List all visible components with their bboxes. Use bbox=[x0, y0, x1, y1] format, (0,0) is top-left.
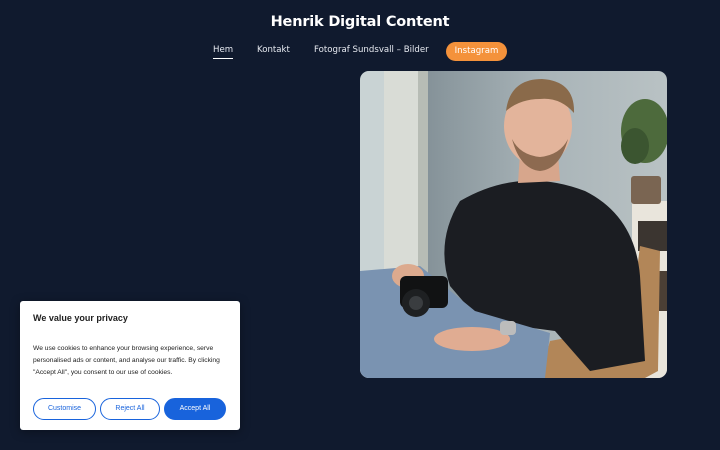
accept-all-button[interactable]: Accept All bbox=[164, 398, 226, 420]
nav-link-fotograf[interactable]: Fotograf Sundsvall – Bilder bbox=[314, 45, 429, 55]
nav-link-kontakt[interactable]: Kontakt bbox=[257, 45, 290, 55]
portrait-photo bbox=[360, 71, 667, 378]
instagram-button[interactable]: Instagram bbox=[446, 42, 507, 61]
reject-all-button[interactable]: Reject All bbox=[100, 398, 160, 420]
nav-link-hem[interactable]: Hem bbox=[213, 45, 234, 59]
main-nav: Hem Kontakt Fotograf Sundsvall – Bilder … bbox=[0, 42, 720, 62]
cookie-consent-banner: We value your privacy We use cookies to … bbox=[20, 301, 240, 430]
customise-button[interactable]: Customise bbox=[33, 398, 96, 420]
cookie-description: We use cookies to enhance your browsing … bbox=[33, 345, 220, 376]
portrait-illustration bbox=[360, 71, 667, 378]
cookie-title: We value your privacy bbox=[33, 313, 128, 323]
site-title[interactable]: Henrik Digital Content bbox=[0, 14, 720, 30]
